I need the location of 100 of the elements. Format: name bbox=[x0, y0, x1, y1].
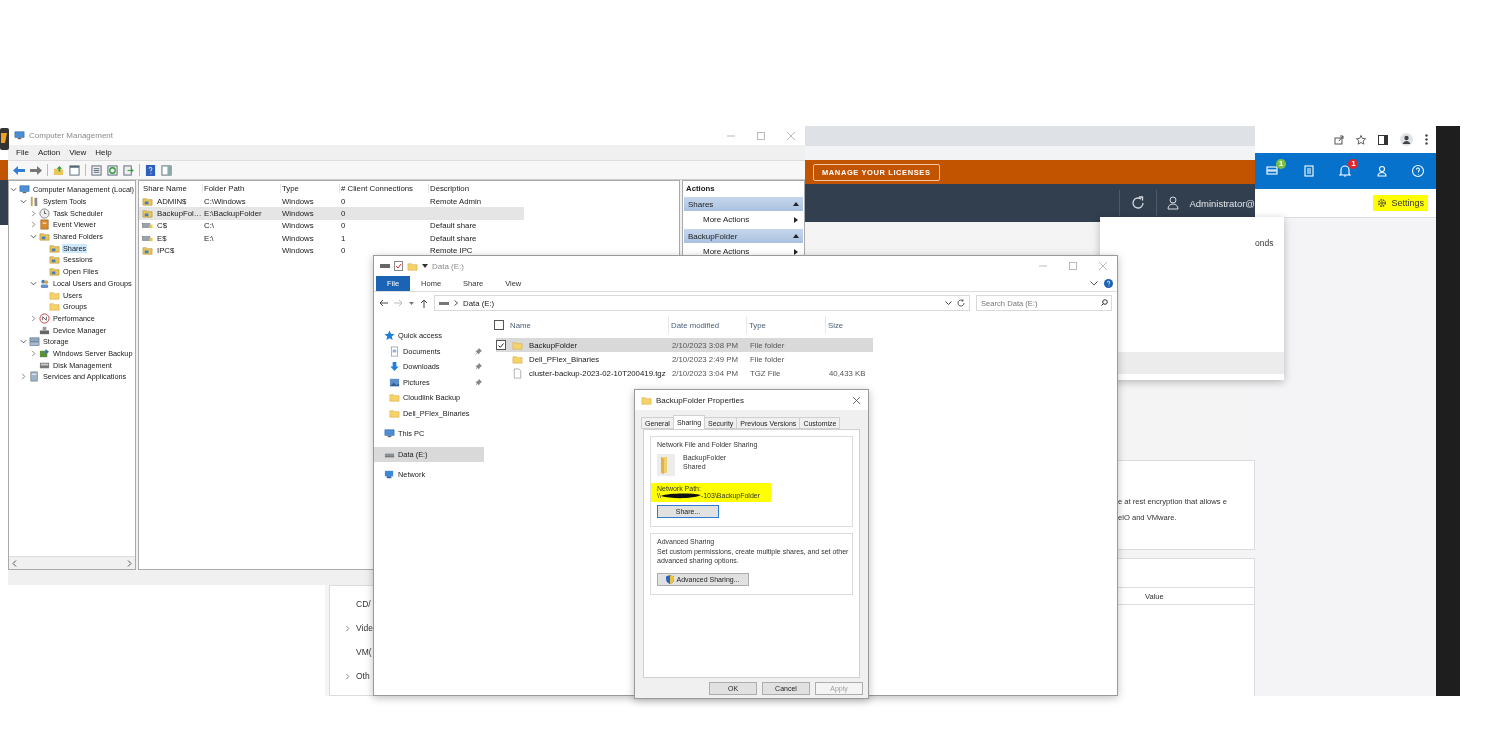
pin-icon bbox=[475, 378, 482, 386]
pin-icon bbox=[475, 347, 482, 355]
network-icon bbox=[384, 469, 395, 481]
up-icon[interactable] bbox=[420, 298, 428, 308]
caret-icon[interactable] bbox=[344, 624, 351, 632]
forward-icon[interactable] bbox=[30, 165, 42, 175]
close-icon[interactable] bbox=[853, 396, 860, 404]
caret-icon[interactable] bbox=[20, 338, 27, 346]
menu-text: onds bbox=[1254, 237, 1275, 248]
console-tree-icon[interactable] bbox=[69, 164, 80, 176]
user-icon[interactable] bbox=[1167, 196, 1180, 210]
select-all-checkbox[interactable] bbox=[494, 320, 504, 330]
export-icon[interactable] bbox=[123, 164, 134, 176]
help-icon[interactable] bbox=[1410, 164, 1425, 178]
gauge-icon bbox=[39, 312, 50, 324]
dropdown-icon[interactable] bbox=[945, 301, 952, 305]
notification-badge: 1 bbox=[1276, 159, 1287, 169]
folder-icon bbox=[512, 339, 523, 351]
scroll-right-icon[interactable] bbox=[127, 559, 132, 567]
shield-icon bbox=[666, 574, 675, 584]
user-name[interactable]: Administrator@ bbox=[1189, 197, 1255, 209]
caret-icon[interactable] bbox=[30, 209, 37, 217]
event-log-icon bbox=[39, 219, 50, 231]
computer-icon bbox=[14, 130, 25, 141]
action-item[interactable]: More Actions bbox=[703, 247, 750, 256]
profile-icon[interactable] bbox=[1400, 133, 1413, 146]
menu-item[interactable]: Action bbox=[37, 148, 61, 157]
scroll-left-icon[interactable] bbox=[12, 559, 17, 567]
properties-icon[interactable] bbox=[91, 164, 102, 176]
horizontal-scrollbar[interactable] bbox=[9, 556, 135, 569]
caret-icon[interactable] bbox=[20, 373, 27, 381]
caret-icon[interactable] bbox=[10, 186, 17, 194]
back-icon[interactable] bbox=[379, 299, 388, 307]
folder-icon bbox=[407, 260, 418, 272]
folder-icon bbox=[512, 353, 523, 365]
more-icon[interactable] bbox=[1425, 134, 1428, 145]
help-icon[interactable] bbox=[1104, 279, 1113, 288]
pin-icon bbox=[475, 363, 482, 371]
refresh-icon[interactable] bbox=[957, 299, 965, 307]
download-icon bbox=[389, 361, 400, 373]
caret-icon[interactable] bbox=[20, 198, 27, 206]
collapse-icon[interactable] bbox=[793, 202, 799, 206]
caret-icon[interactable] bbox=[30, 221, 37, 229]
file-icon bbox=[512, 367, 523, 379]
drive-icon bbox=[380, 263, 390, 269]
computer-icon bbox=[19, 184, 30, 196]
expand-ribbon-icon[interactable] bbox=[1090, 281, 1098, 286]
picture-icon bbox=[389, 376, 400, 388]
storage-icon bbox=[29, 336, 40, 348]
submenu-arrow-icon bbox=[794, 248, 798, 255]
users-icon bbox=[39, 277, 50, 289]
collapse-icon[interactable] bbox=[793, 234, 799, 238]
caret-icon[interactable] bbox=[344, 672, 351, 680]
recent-dropdown-icon[interactable] bbox=[409, 301, 414, 305]
share-icon[interactable] bbox=[1334, 134, 1344, 145]
caret-icon[interactable] bbox=[30, 314, 37, 322]
caret-icon[interactable] bbox=[30, 233, 37, 241]
search-icon bbox=[1101, 299, 1108, 306]
caret-icon[interactable] bbox=[30, 349, 37, 357]
device-icon bbox=[39, 324, 50, 336]
action-item[interactable]: More Actions bbox=[703, 215, 750, 224]
bell-icon[interactable] bbox=[1338, 164, 1353, 178]
redaction-mark bbox=[660, 492, 701, 499]
up-folder-icon[interactable] bbox=[53, 164, 64, 176]
section-header[interactable]: Shares bbox=[684, 197, 803, 211]
menu-item[interactable]: Help bbox=[95, 148, 112, 157]
help-icon[interactable] bbox=[145, 164, 156, 176]
menu-item[interactable]: File bbox=[16, 148, 29, 157]
section-header[interactable]: BackupFolder bbox=[684, 229, 803, 243]
app-icon[interactable] bbox=[0, 128, 9, 150]
backup-icon bbox=[39, 347, 50, 359]
section-label[interactable]: VM( bbox=[356, 647, 372, 657]
shared-folder-icon bbox=[49, 242, 60, 254]
user-icon[interactable] bbox=[1374, 164, 1389, 178]
refresh-icon[interactable] bbox=[1130, 195, 1147, 211]
refresh-icon[interactable] bbox=[107, 164, 118, 176]
services-icon bbox=[29, 371, 40, 383]
star-icon bbox=[384, 330, 395, 342]
shared-folder-icon bbox=[142, 195, 153, 207]
folder-icon bbox=[641, 394, 652, 406]
tools-icon bbox=[29, 196, 40, 208]
section-label[interactable]: Vide bbox=[356, 623, 373, 633]
computer-icon bbox=[384, 428, 395, 440]
checkbox[interactable] bbox=[496, 340, 506, 350]
document-icon bbox=[389, 345, 400, 357]
calendar-icon[interactable] bbox=[1302, 164, 1317, 178]
section-label[interactable]: Oth bbox=[356, 671, 370, 681]
drive-icon bbox=[439, 300, 449, 306]
star-icon[interactable] bbox=[1356, 134, 1366, 145]
caret-icon[interactable] bbox=[30, 279, 37, 287]
section-label[interactable]: CD/ bbox=[356, 599, 371, 609]
storage-icon[interactable] bbox=[1266, 164, 1281, 178]
settings-link[interactable]: Settings bbox=[1373, 195, 1428, 211]
shared-folder-icon bbox=[49, 254, 60, 266]
menu-item[interactable]: View bbox=[69, 148, 87, 157]
side-panel-icon[interactable] bbox=[1378, 134, 1388, 145]
action-pane-icon[interactable] bbox=[161, 164, 172, 176]
folder-icon bbox=[389, 407, 400, 419]
properties-icon[interactable] bbox=[394, 261, 403, 271]
dropdown-icon[interactable] bbox=[422, 264, 428, 268]
